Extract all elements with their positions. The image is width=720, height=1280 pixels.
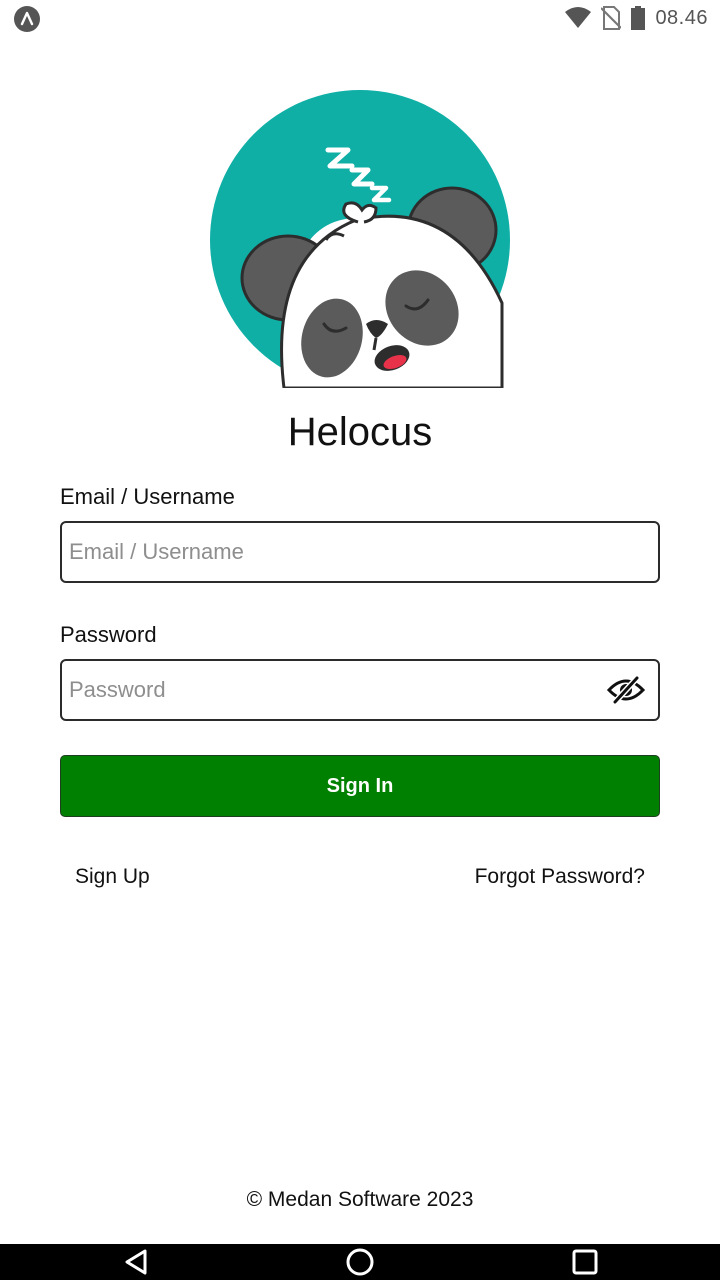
signup-link[interactable]: Sign Up [75,865,150,889]
email-input[interactable] [69,523,589,581]
email-label: Email / Username [60,484,235,509]
system-nav-bar [0,1244,720,1280]
email-field[interactable] [60,521,660,583]
password-input[interactable] [69,661,589,719]
app-notification-icon [14,6,40,32]
password-label: Password [60,622,157,647]
recent-apps-icon[interactable] [569,1248,601,1276]
eye-off-icon[interactable] [606,675,646,705]
status-time: 08.46 [655,6,708,29]
no-sim-icon [601,6,622,30]
battery-icon [631,6,646,30]
wifi-icon [565,7,592,29]
sleeping-panda-logo [206,88,514,390]
app-title: Helocus [287,410,433,454]
password-field[interactable] [60,659,660,721]
back-icon[interactable] [120,1248,152,1276]
home-icon[interactable] [344,1248,376,1276]
footer-copyright: © Medan Software 2023 [246,1188,474,1211]
forgot-password-link[interactable]: Forgot Password? [475,865,645,889]
status-icons: 08.46 [565,4,708,32]
status-bar: 08.46 [0,0,720,36]
signin-button[interactable]: Sign In [60,755,660,817]
